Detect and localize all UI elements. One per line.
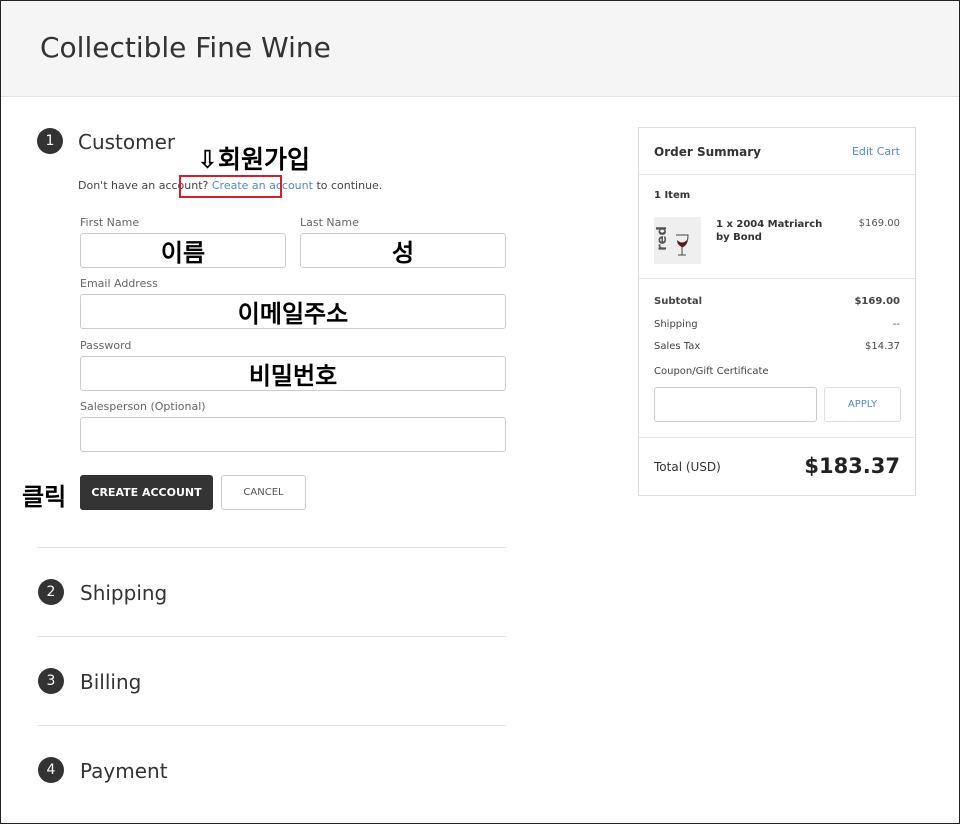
signup-annotation: ⇩회원가입: [197, 145, 310, 174]
hint-suffix: to continue.: [312, 179, 383, 192]
item-price: $169.00: [858, 218, 900, 229]
last-name-field[interactable]: 성: [300, 233, 506, 268]
subtotal-label: Subtotal: [654, 296, 703, 307]
total-label: Total (USD): [654, 460, 721, 474]
password-label: Password: [80, 339, 132, 352]
salesperson-field[interactable]: [80, 417, 506, 452]
first-name-label: First Name: [80, 216, 140, 229]
coupon-label: Coupon/Gift Certificate: [654, 366, 769, 377]
email-field[interactable]: 이메일주소: [80, 294, 506, 329]
step-1-badge: 1: [37, 128, 63, 154]
step-payment-title: Payment: [80, 759, 168, 783]
create-link-highlight: [179, 175, 282, 198]
total-value: $183.37: [804, 454, 900, 478]
apply-button[interactable]: APPLY: [824, 387, 901, 422]
item-count: 1 Item: [654, 190, 691, 201]
first-name-field[interactable]: 이름: [80, 233, 286, 268]
summary-divider: [639, 437, 915, 438]
store-header: Collectible Fine Wine: [0, 0, 960, 97]
step-billing-title: Billing: [80, 670, 142, 694]
step-4-badge: 4: [38, 757, 64, 783]
sales-tax-value: $14.37: [865, 341, 900, 352]
shipping-value: --: [892, 319, 900, 330]
summary-divider: [639, 174, 915, 175]
create-account-button[interactable]: CREATE ACCOUNT: [80, 475, 213, 510]
step-3-badge: 3: [38, 668, 64, 694]
last-name-label: Last Name: [300, 216, 359, 229]
wine-glass-icon: [676, 234, 689, 256]
store-title[interactable]: Collectible Fine Wine: [40, 31, 331, 64]
order-summary-title: Order Summary: [654, 145, 761, 159]
subtotal-value: $169.00: [854, 296, 900, 307]
edit-cart-link[interactable]: Edit Cart: [852, 145, 900, 158]
section-divider: [37, 636, 506, 637]
coupon-input[interactable]: [654, 387, 817, 422]
step-2-badge: 2: [38, 579, 64, 605]
section-divider: [37, 725, 506, 726]
order-summary-panel: Order Summary Edit Cart 1 Item red 1 x 2…: [638, 127, 916, 496]
last-name-annotation: 성: [391, 239, 415, 267]
product-thumbnail: red: [654, 217, 701, 264]
first-name-annotation: 이름: [160, 239, 206, 267]
password-annotation: 비밀번호: [248, 362, 338, 390]
sales-tax-label: Sales Tax: [654, 341, 701, 352]
shipping-label: Shipping: [654, 319, 698, 330]
click-annotation: 클릭: [22, 483, 67, 511]
cancel-button[interactable]: CANCEL: [221, 475, 306, 510]
step-customer-title: Customer: [78, 130, 176, 154]
step-shipping-title: Shipping: [80, 581, 168, 605]
summary-divider: [639, 278, 915, 279]
email-annotation: 이메일주소: [237, 300, 349, 328]
salesperson-label: Salesperson (Optional): [80, 400, 206, 413]
password-field[interactable]: 비밀번호: [80, 356, 506, 391]
section-divider: [37, 547, 506, 548]
item-name: 1 x 2004 Matriarch by Bond: [716, 219, 823, 243]
email-label: Email Address: [80, 277, 158, 290]
